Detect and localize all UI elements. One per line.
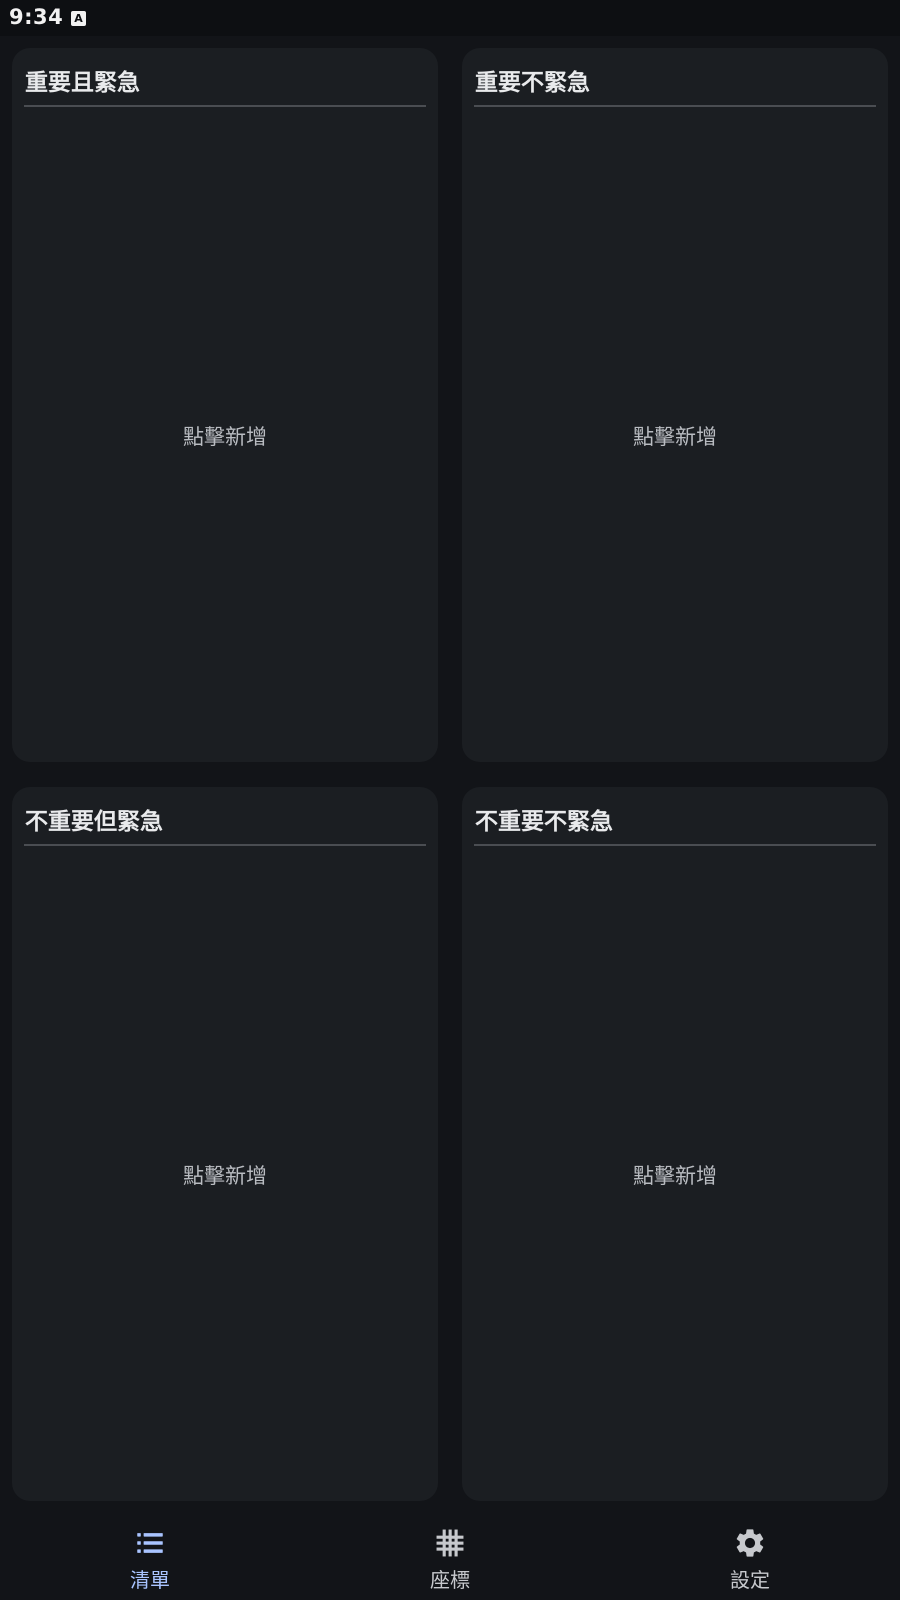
nav-label-settings: 設定 — [730, 1568, 770, 1592]
grid-icon — [436, 1529, 464, 1557]
status-bar: 9:34 A — [0, 0, 900, 36]
quadrant-not-important-urgent[interactable]: 不重要但緊急 點擊新增 — [12, 787, 438, 1501]
quadrant-important-not-urgent[interactable]: 重要不緊急 點擊新增 — [462, 48, 888, 762]
quadrant-divider — [474, 844, 876, 846]
add-task-hint[interactable]: 點擊新增 — [462, 421, 888, 451]
add-task-hint[interactable]: 點擊新增 — [12, 1160, 438, 1190]
quadrant-title: 重要且緊急 — [25, 70, 140, 96]
gear-icon — [736, 1529, 764, 1557]
quadrant-divider — [474, 105, 876, 107]
nav-label-list: 清單 — [130, 1568, 170, 1592]
quadrant-divider — [24, 844, 426, 846]
nav-label-grid: 座標 — [430, 1568, 470, 1592]
quadrant-title: 重要不緊急 — [475, 70, 590, 96]
add-task-hint[interactable]: 點擊新增 — [12, 421, 438, 451]
bottom-navigation: 清單 座標 設定 — [0, 1512, 900, 1600]
quadrant-important-urgent[interactable]: 重要且緊急 點擊新增 — [12, 48, 438, 762]
status-time: 9:34 — [9, 5, 64, 29]
nav-item-grid[interactable]: 座標 — [300, 1512, 600, 1600]
nav-item-list[interactable]: 清單 — [0, 1512, 300, 1600]
quadrant-not-important-not-urgent[interactable]: 不重要不緊急 點擊新增 — [462, 787, 888, 1501]
quadrant-title: 不重要但緊急 — [25, 809, 163, 835]
quadrant-title: 不重要不緊急 — [475, 809, 613, 835]
list-icon — [137, 1533, 163, 1553]
add-task-hint[interactable]: 點擊新增 — [462, 1160, 888, 1190]
nav-item-settings[interactable]: 設定 — [600, 1512, 900, 1600]
app-notification-icon: A — [71, 11, 86, 26]
quadrant-divider — [24, 105, 426, 107]
